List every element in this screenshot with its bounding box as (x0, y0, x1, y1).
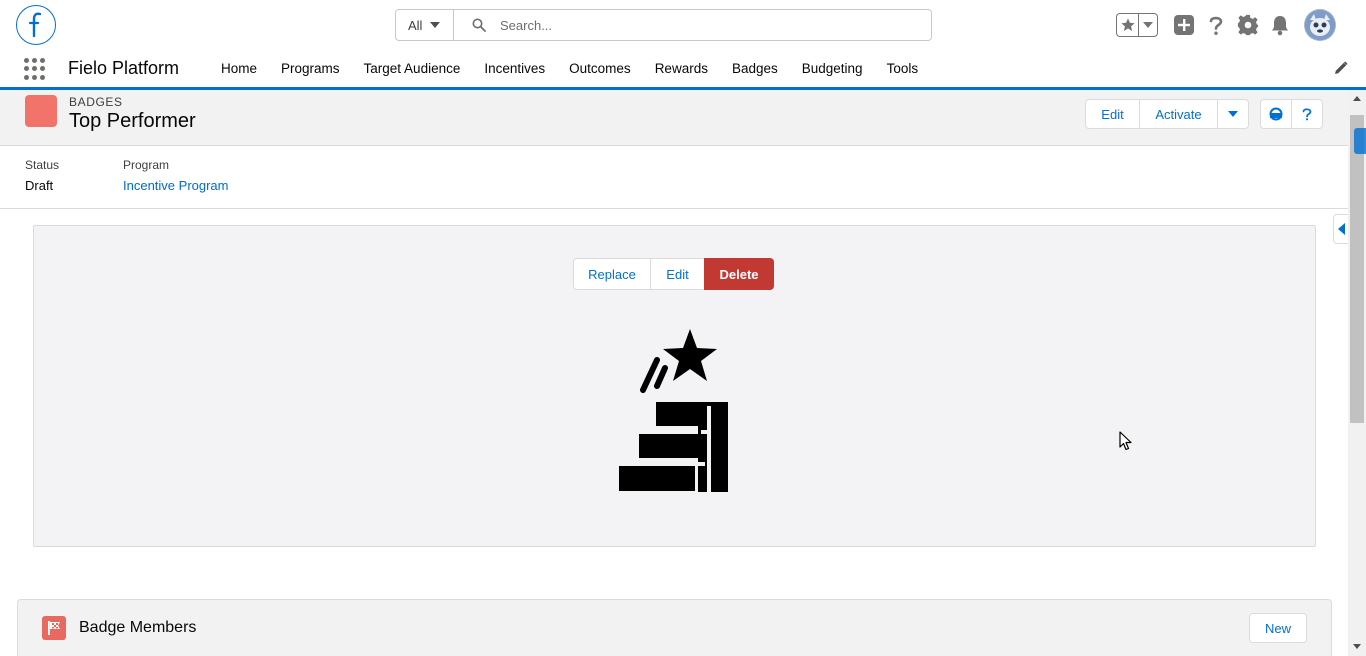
badge-image-panel: Replace Edit Delete (33, 225, 1316, 547)
nav-item-tools[interactable]: Tools (875, 50, 931, 87)
mouse-cursor-icon (1119, 431, 1132, 451)
avatar-icon (1305, 10, 1335, 40)
status-field: Status Draft (25, 158, 59, 193)
nav-item-badges[interactable]: Badges (720, 50, 790, 87)
side-panel-toggle[interactable] (1333, 214, 1349, 244)
user-avatar[interactable] (1304, 9, 1336, 41)
chevron-down-icon (430, 22, 441, 28)
search-input[interactable] (500, 17, 880, 33)
help-button[interactable] (1204, 13, 1228, 37)
edit-nav-button[interactable] (1334, 61, 1348, 78)
chevron-left-icon (1337, 223, 1345, 235)
gear-icon (1237, 14, 1259, 36)
pencil-icon (1335, 61, 1348, 74)
nav-item-home[interactable]: Home (209, 50, 269, 87)
bell-icon (1272, 16, 1288, 36)
record-utility-actions (1260, 99, 1323, 129)
star-icon (1120, 18, 1135, 31)
status-value: Draft (25, 178, 54, 193)
program-link[interactable]: Incentive Program (123, 178, 229, 193)
program-label: Program (123, 158, 170, 172)
image-actions: Replace Edit Delete (573, 258, 774, 290)
record-header: BADGES Top Performer Edit Activate (0, 90, 1348, 146)
search-icon (472, 18, 486, 32)
nav-items: Home Programs Target Audience Incentives… (209, 50, 930, 87)
scroll-thumb[interactable] (1350, 115, 1364, 423)
status-label: Status (25, 158, 60, 172)
record-actions: Edit Activate (1085, 99, 1249, 129)
nav-item-budgeting[interactable]: Budgeting (790, 50, 875, 87)
question-icon (1209, 16, 1223, 35)
flag-icon (42, 616, 66, 640)
add-icon (1174, 15, 1194, 35)
scroll-up-arrow[interactable] (1353, 96, 1361, 101)
nav-item-rewards[interactable]: Rewards (643, 50, 720, 87)
guided-tour-button[interactable] (1260, 99, 1292, 129)
record-help-button[interactable] (1291, 99, 1323, 129)
nav-item-incentives[interactable]: Incentives (472, 50, 557, 87)
app-launcher-icon[interactable] (24, 58, 46, 80)
utility-side-tab[interactable] (1354, 128, 1366, 154)
nav-item-target-audience[interactable]: Target Audience (352, 50, 473, 87)
search-field (454, 10, 931, 40)
nav-item-outcomes[interactable]: Outcomes (557, 50, 643, 87)
chevron-down-icon (1143, 22, 1153, 28)
edit-button[interactable]: Edit (1085, 99, 1140, 129)
app-logo[interactable] (16, 5, 56, 45)
favorites-button-group (1116, 13, 1158, 37)
more-actions-button[interactable] (1217, 99, 1249, 129)
notifications-button[interactable] (1268, 13, 1292, 37)
app-navigation-bar: Fielo Platform Home Programs Target Audi… (0, 50, 1366, 90)
activate-button[interactable]: Activate (1139, 99, 1218, 129)
record-title: Top Performer (69, 110, 196, 132)
replace-button[interactable]: Replace (573, 258, 651, 290)
record-highlights: Status Draft Program Incentive Program (0, 146, 1348, 209)
fielo-logo-icon (28, 12, 42, 38)
related-list-title[interactable]: Badge Members (79, 619, 196, 637)
related-list-badge-members: Badge Members New (17, 599, 1332, 656)
setup-button[interactable] (1236, 13, 1260, 37)
lifebuoy-icon (1269, 107, 1283, 121)
new-badge-member-button[interactable]: New (1249, 613, 1307, 643)
page-scrollbar[interactable] (1348, 90, 1366, 656)
trophy-podium-star-icon (619, 329, 728, 492)
header-utility-icons (1116, 9, 1336, 41)
global-header: All (0, 0, 1366, 50)
search-scope-label: All (408, 17, 423, 33)
global-actions-button[interactable] (1172, 13, 1196, 37)
app-name: Fielo Platform (68, 58, 180, 78)
program-field: Program Incentive Program (123, 158, 229, 193)
nav-item-programs[interactable]: Programs (269, 50, 352, 87)
global-search: All (395, 9, 932, 41)
question-icon (1302, 108, 1312, 121)
search-scope-select[interactable]: All (396, 10, 454, 40)
scroll-down-arrow[interactable] (1353, 644, 1361, 649)
record-type-label: BADGES (69, 95, 123, 109)
favorites-star-button[interactable] (1117, 14, 1139, 36)
chevron-down-icon (1228, 111, 1238, 117)
badge-record-icon (25, 95, 57, 127)
favorites-dropdown-button[interactable] (1139, 14, 1157, 36)
edit-image-button[interactable]: Edit (650, 258, 705, 290)
delete-button[interactable]: Delete (704, 258, 774, 290)
